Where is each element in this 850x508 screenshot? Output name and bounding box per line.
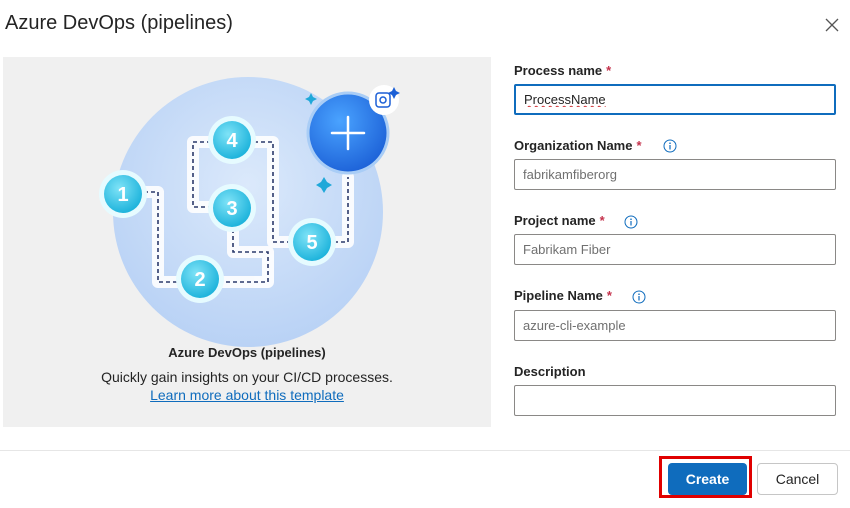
process-name-label: Process name * (514, 63, 611, 78)
step-2-node: 2 (176, 255, 224, 303)
required-marker: * (606, 63, 612, 78)
pipeline-name-label: Pipeline Name * (514, 288, 612, 303)
step-3-label: 3 (226, 198, 237, 220)
process-name-input[interactable] (514, 84, 836, 115)
dialog-title: Azure DevOps (pipelines) (5, 12, 233, 34)
template-heading: Azure DevOps (pipelines) (168, 345, 326, 360)
organization-name-label-text: Organization Name (514, 138, 633, 153)
description-input[interactable] (514, 385, 836, 416)
project-name-input[interactable] (514, 234, 836, 265)
process-name-label-text: Process name (514, 63, 603, 78)
pipeline-illustration: 1 2 3 4 5 (99, 77, 400, 347)
description-label: Description (514, 364, 586, 379)
cancel-button[interactable]: Cancel (757, 463, 838, 495)
close-icon[interactable] (822, 15, 842, 35)
required-marker: * (599, 213, 605, 228)
step-5-node: 5 (288, 218, 336, 266)
footer-divider (0, 450, 850, 451)
create-button[interactable]: Create (668, 463, 747, 495)
project-name-label-text: Project name (514, 213, 596, 228)
template-description: Quickly gain insights on your CI/CD proc… (101, 369, 393, 385)
step-1-label: 1 (117, 184, 128, 206)
pipeline-name-label-text: Pipeline Name (514, 288, 603, 303)
template-preview-panel: 1 2 3 4 5 Azure DevOps (pipelines) Quick… (3, 57, 491, 427)
info-icon[interactable] (663, 139, 677, 153)
step-5-label: 5 (306, 232, 317, 254)
step-3-node: 3 (208, 184, 256, 232)
step-1-node: 1 (99, 170, 147, 218)
info-icon[interactable] (632, 290, 646, 304)
organization-name-label: Organization Name * (514, 138, 642, 153)
pipeline-name-input[interactable] (514, 310, 836, 341)
step-4-node: 4 (208, 116, 256, 164)
required-marker: * (606, 288, 612, 303)
step-2-label: 2 (194, 269, 205, 291)
required-marker: * (636, 138, 642, 153)
learn-more-link[interactable]: Learn more about this template (150, 387, 344, 403)
organization-name-input[interactable] (514, 159, 836, 190)
info-icon[interactable] (624, 215, 638, 229)
learn-more-container: Learn more about this template (3, 387, 491, 403)
project-name-label: Project name * (514, 213, 605, 228)
step-4-label: 4 (226, 130, 238, 152)
